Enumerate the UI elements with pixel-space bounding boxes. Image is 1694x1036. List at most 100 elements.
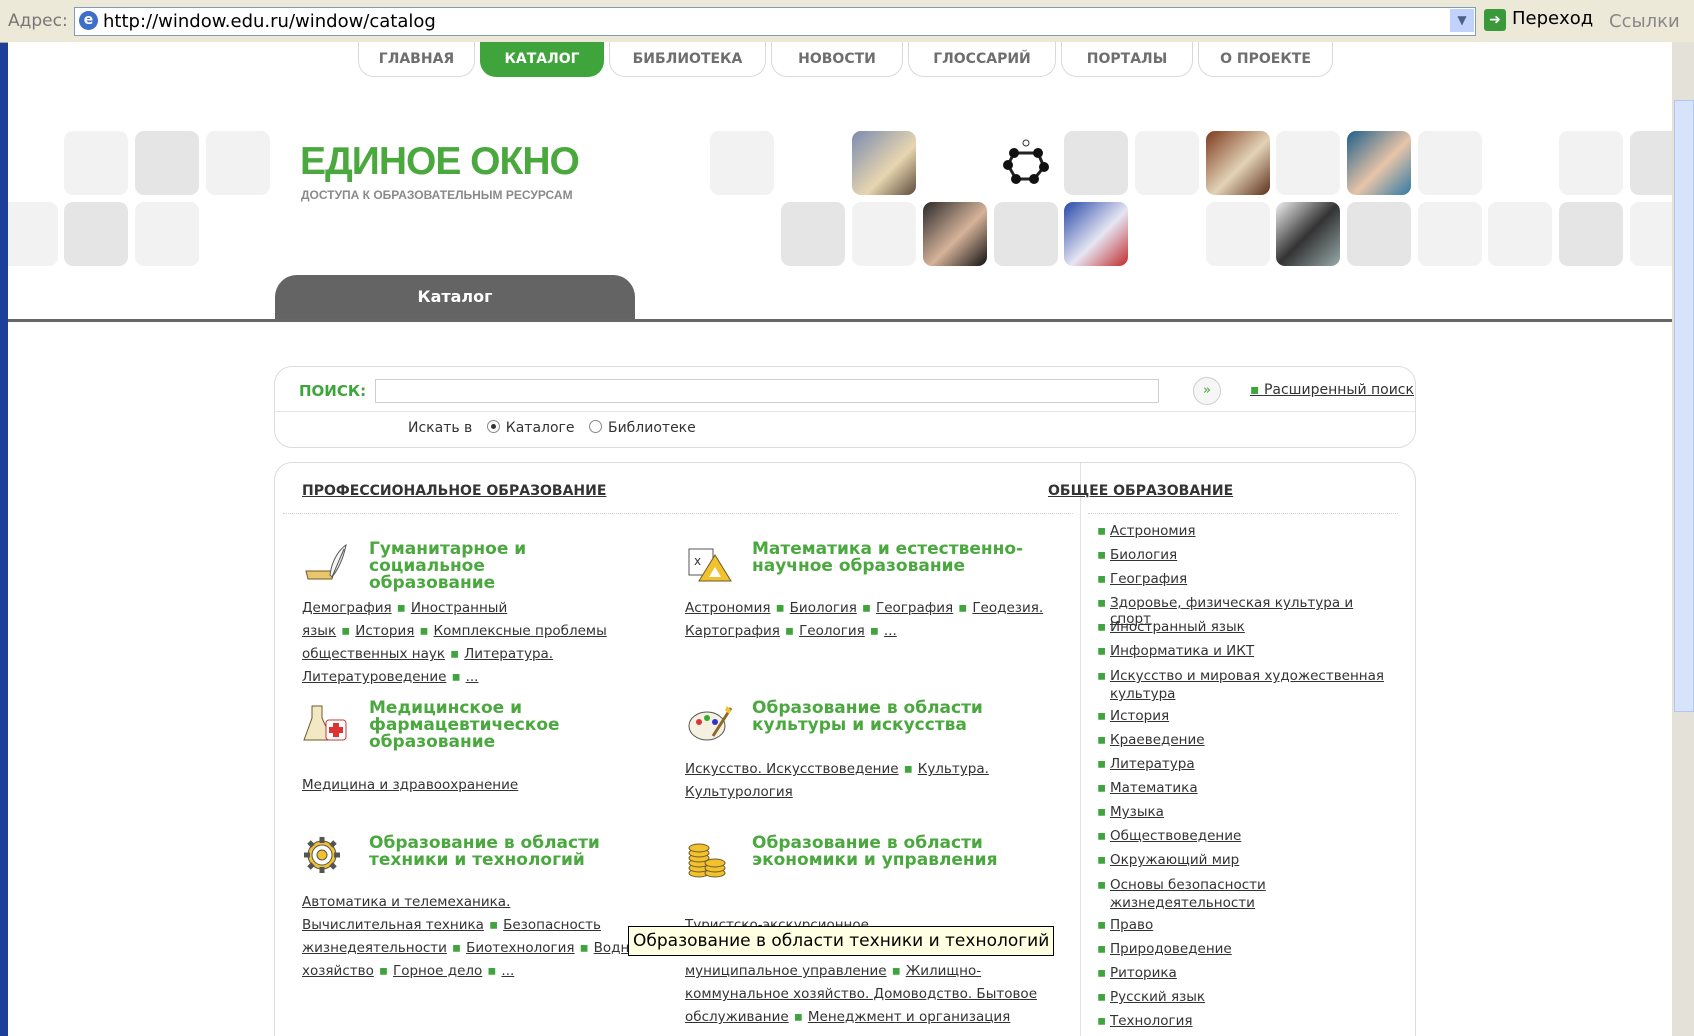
search-in-label: Искать в <box>408 420 473 436</box>
general-item[interactable]: Технология <box>1097 1013 1397 1036</box>
radio-library[interactable] <box>588 420 602 433</box>
category-title[interactable]: Образование в области техники и технолог… <box>369 835 600 869</box>
category-link[interactable]: Искусство. Искусствоведение <box>685 761 899 777</box>
general-item[interactable]: Право <box>1097 917 1397 941</box>
general-item[interactable]: Искусство и мировая художественная культ… <box>1097 667 1397 708</box>
tab-glossary[interactable]: ГЛОССАРИЙ <box>908 42 1056 77</box>
general-item[interactable]: Биология <box>1097 547 1397 571</box>
url-text[interactable]: http://window.edu.ru/window/catalog <box>103 11 436 32</box>
more-link[interactable]: ... <box>466 669 479 685</box>
general-education-list: Астрономия Биология География Здоровье, … <box>1097 523 1397 1036</box>
general-item[interactable]: Русский язык <box>1097 989 1397 1013</box>
general-item[interactable]: Риторика <box>1097 965 1397 989</box>
radio-catalog[interactable] <box>486 420 500 433</box>
category-title-line: культуры и искусства <box>752 715 967 735</box>
go-arrow-icon: ➜ <box>1484 9 1506 31</box>
category-title-line: научное образование <box>752 556 966 576</box>
general-item[interactable]: Астрономия <box>1097 523 1397 547</box>
category-link[interactable]: Геология <box>799 623 865 639</box>
tab-about[interactable]: О ПРОЕКТЕ <box>1198 42 1333 77</box>
professional-education-title[interactable]: ПРОФЕССИОНАЛЬНОЕ ОБРАЗОВАНИЕ <box>302 483 606 499</box>
category-title-line: образование <box>369 573 496 593</box>
tab-portals[interactable]: ПОРТАЛЫ <box>1061 42 1193 77</box>
header-tile <box>1559 202 1623 266</box>
header-tile <box>1347 202 1411 266</box>
header-tile <box>206 131 270 195</box>
header-tile <box>710 131 774 195</box>
dotted-divider <box>283 513 1073 514</box>
vertical-scrollbar[interactable] <box>1672 42 1694 1036</box>
more-link[interactable]: ... <box>788 1032 801 1036</box>
header-tile <box>781 202 845 266</box>
general-item[interactable]: Музыка <box>1097 804 1397 828</box>
general-item[interactable]: Литература <box>1097 756 1397 780</box>
category-title[interactable]: Медицинское и фармацевтическое образован… <box>369 700 560 751</box>
search-submit-button[interactable]: » <box>1193 377 1221 405</box>
category-link[interactable]: Биотехнология <box>466 940 574 956</box>
general-education-title[interactable]: ОБЩЕЕ ОБРАЗОВАНИЕ <box>1048 483 1233 499</box>
category-link[interactable]: Автоматика и телемеханика. Вычислительна… <box>302 894 510 933</box>
catalog-section-tab: Каталог <box>275 275 635 319</box>
radio-library-label[interactable]: Библиотеке <box>608 420 696 436</box>
url-field[interactable]: e http://window.edu.ru/window/catalog ▼ <box>74 7 1476 36</box>
general-item[interactable]: Математика <box>1097 780 1397 804</box>
header-tile <box>1418 202 1482 266</box>
category-link[interactable]: Горное дело <box>393 963 482 979</box>
category-title[interactable]: Математика и естественно- научное образо… <box>752 541 1023 575</box>
search-divider <box>275 411 1415 412</box>
general-item[interactable]: Краеведение <box>1097 732 1397 756</box>
header-tile <box>994 202 1058 266</box>
medical-flask-cross-icon <box>303 705 347 741</box>
go-label: Переход <box>1512 8 1594 29</box>
category-title-line: экономики и управления <box>752 850 998 870</box>
site-logo-title[interactable]: ЕДИНОЕ ОКНО <box>300 140 580 184</box>
ruler-triangle-icon: x <box>688 548 732 582</box>
header-tile <box>1488 202 1552 266</box>
header-photo-student <box>1347 131 1411 195</box>
category-link[interactable]: География <box>876 600 953 616</box>
general-item[interactable]: Окружающий мир <box>1097 852 1397 876</box>
general-item[interactable]: География <box>1097 571 1397 595</box>
search-input[interactable] <box>375 379 1159 403</box>
chevron-down-icon[interactable]: ▼ <box>1450 9 1474 32</box>
general-item[interactable]: Основы безопасности жизнедеятельности <box>1097 876 1397 917</box>
category-link[interactable]: Астрономия <box>685 600 771 616</box>
tab-home[interactable]: ГЛАВНАЯ <box>358 42 475 77</box>
more-link[interactable]: ... <box>884 623 897 639</box>
category-math-science: x Математика и естественно- научное обра… <box>685 541 1055 671</box>
more-link[interactable]: ... <box>501 963 514 979</box>
advanced-search-label: Расширенный поиск <box>1263 382 1414 398</box>
category-links: Автоматика и телемеханика. Вычислительна… <box>302 894 646 979</box>
category-link[interactable]: Медицина и здравоохранение <box>302 777 518 793</box>
general-item[interactable]: История <box>1097 708 1397 732</box>
tab-catalog[interactable]: КАТАЛОГ <box>480 42 604 77</box>
links-button[interactable]: Ссылки <box>1609 11 1680 32</box>
advanced-search-link[interactable]: ▪ Расширенный поиск <box>1250 382 1414 398</box>
search-scope: Искать в Каталоге Библиотеке <box>408 419 696 436</box>
go-button[interactable]: ➜ Переход <box>1484 8 1593 34</box>
tab-news[interactable]: НОВОСТИ <box>771 42 903 77</box>
general-item[interactable]: Информатика и ИКТ <box>1097 643 1397 667</box>
radio-catalog-label[interactable]: Каталоге <box>506 420 575 436</box>
category-link[interactable]: История <box>355 623 414 639</box>
category-title[interactable]: Гуманитарное и социальное образование <box>369 541 647 592</box>
svg-text:x: x <box>694 554 701 568</box>
tab-library[interactable]: БИБЛИОТЕКА <box>609 42 766 77</box>
category-links: Астрономия ▪ Биология ▪ География ▪ Геодезия. … <box>685 600 1044 639</box>
category-link[interactable]: Биология <box>790 600 857 616</box>
category-title[interactable]: Образование в области культуры и искусст… <box>752 700 983 734</box>
general-item[interactable]: Здоровье, физическая культура и спорт <box>1097 595 1397 627</box>
ie-page-icon: e <box>79 11 98 30</box>
category-link[interactable]: Демография <box>302 600 392 616</box>
general-item[interactable]: Иностранный язык <box>1097 619 1397 643</box>
address-bar: Адрес: e http://window.edu.ru/window/cat… <box>0 0 1694 43</box>
general-item[interactable]: Обществоведение <box>1097 828 1397 852</box>
category-title[interactable]: Образование в области экономики и управл… <box>752 835 998 869</box>
search-panel: ПОИСК: » ▪ Расширенный поиск Искать в Ка… <box>274 366 1416 448</box>
header-photo-scroll <box>1206 131 1270 195</box>
scrollbar-thumb[interactable] <box>1674 100 1694 712</box>
header-photo-study <box>852 131 916 195</box>
site-logo-subtitle: ДОСТУПА К ОБРАЗОВАТЕЛЬНЫМ РЕСУРСАМ <box>301 188 573 202</box>
coins-stack-icon <box>688 843 726 878</box>
general-item[interactable]: Природоведение <box>1097 941 1397 965</box>
